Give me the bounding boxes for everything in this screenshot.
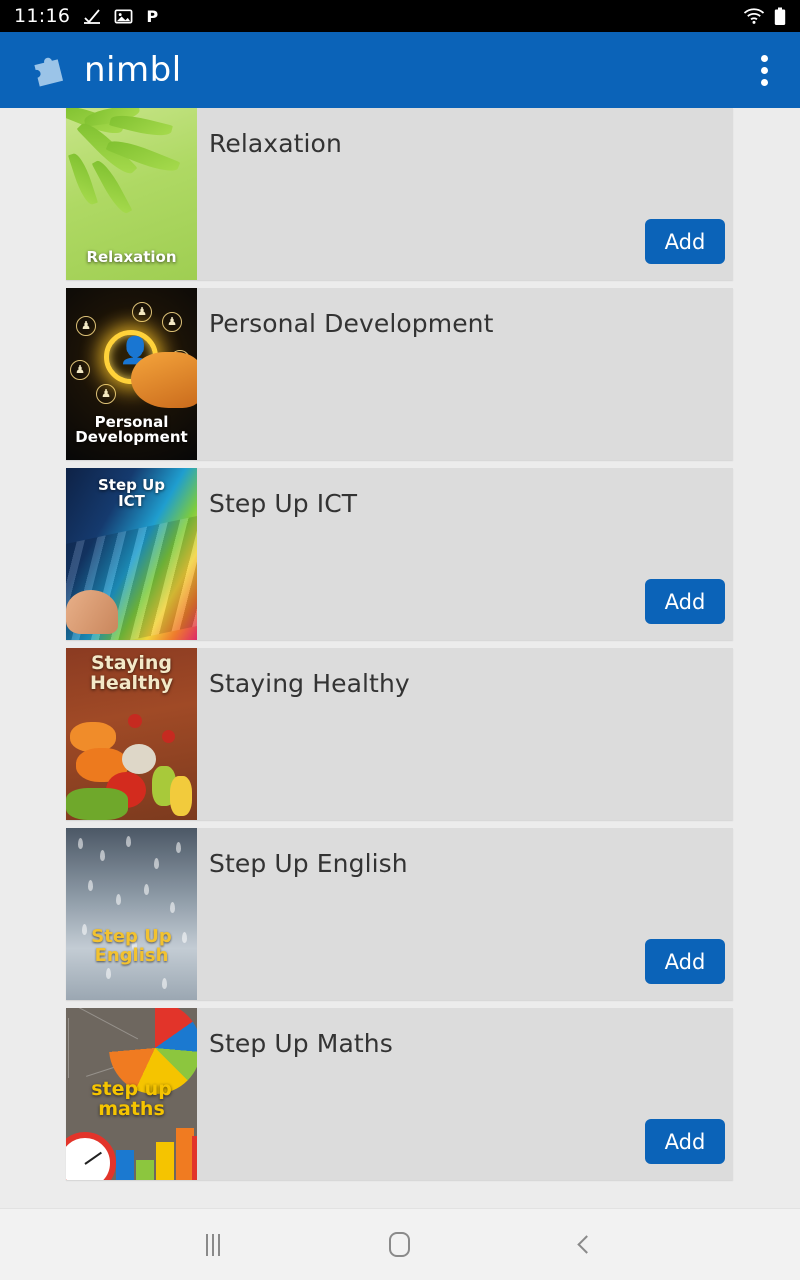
phone-screen: 11:16 P nimbl Relaxation Relaxation Add … (0, 0, 800, 1280)
card-body: Step Up English Add (197, 828, 733, 1000)
relaxation-thumbnail: Relaxation (66, 108, 197, 280)
card-body: Personal Development (197, 288, 733, 481)
svg-text:P: P (147, 7, 159, 26)
course-title: Staying Healthy (209, 669, 410, 698)
back-icon[interactable] (547, 1215, 627, 1275)
course-list[interactable]: Relaxation Relaxation Add ♟ ♟ ♟ ♟ ♟ ♟ 👤 (0, 108, 800, 1208)
thumbnail-label: step up maths (91, 1078, 172, 1121)
battery-icon (774, 7, 786, 25)
thumbnail-label: Relaxation (86, 248, 177, 267)
thumbnail-label: Step Up English (91, 926, 172, 967)
course-title: Step Up Maths (209, 1029, 393, 1058)
thumbnail-label: Personal Development (75, 412, 188, 447)
course-card-relaxation[interactable]: Relaxation Relaxation Add (66, 108, 733, 280)
staying-healthy-thumbnail: Staying Healthy (66, 648, 197, 820)
status-bar-right (743, 7, 786, 26)
image-icon (114, 8, 133, 24)
course-card-personal-development[interactable]: ♟ ♟ ♟ ♟ ♟ ♟ 👤 Personal Development Perso… (66, 288, 733, 481)
course-card-step-up-ict[interactable]: Step Up ICT Step Up ICT Add (66, 468, 733, 640)
step-up-english-thumbnail: Step Up English (66, 828, 197, 1000)
check-tray-icon (84, 9, 101, 24)
add-button[interactable]: Add (645, 579, 725, 624)
add-button[interactable]: Add (645, 939, 725, 984)
status-time: 11:16 (14, 5, 71, 27)
overflow-menu-icon[interactable] (751, 49, 778, 92)
recents-icon[interactable] (173, 1215, 253, 1275)
status-bar-left: 11:16 P (14, 5, 161, 27)
course-card-staying-healthy[interactable]: Staying Healthy Staying Healthy (66, 648, 733, 841)
nimbl-puzzle-logo-icon (34, 57, 64, 87)
personal-development-thumbnail: ♟ ♟ ♟ ♟ ♟ ♟ 👤 Personal Development (66, 288, 197, 460)
thumbnail-label: Staying Healthy (89, 652, 174, 694)
step-up-ict-thumbnail: Step Up ICT (66, 468, 197, 640)
card-body: Step Up Maths Add (197, 1008, 733, 1180)
android-navigation-bar (0, 1208, 800, 1280)
home-icon[interactable] (360, 1215, 440, 1275)
brand-name: nimbl (84, 50, 182, 90)
course-card-step-up-english[interactable]: Step Up English Step Up English Add (66, 828, 733, 1000)
add-button[interactable]: Add (645, 219, 725, 264)
card-body: Relaxation Add (197, 108, 733, 280)
add-button[interactable]: Add (645, 1119, 725, 1164)
status-bar: 11:16 P (0, 0, 800, 32)
wifi-icon (743, 8, 765, 24)
course-title: Relaxation (209, 129, 342, 158)
course-card-step-up-maths[interactable]: step up maths Step Up Maths Add (66, 1008, 733, 1180)
brand: nimbl (26, 48, 182, 92)
card-body: Staying Healthy (197, 648, 733, 841)
course-title: Step Up ICT (209, 489, 358, 518)
course-title: Personal Development (209, 309, 494, 338)
thumbnail-label: Step Up ICT (97, 476, 166, 510)
step-up-maths-thumbnail: step up maths (66, 1008, 197, 1180)
app-bar: nimbl (0, 32, 800, 108)
card-body: Step Up ICT Add (197, 468, 733, 640)
course-title: Step Up English (209, 849, 408, 878)
parking-p-icon: P (147, 7, 159, 26)
